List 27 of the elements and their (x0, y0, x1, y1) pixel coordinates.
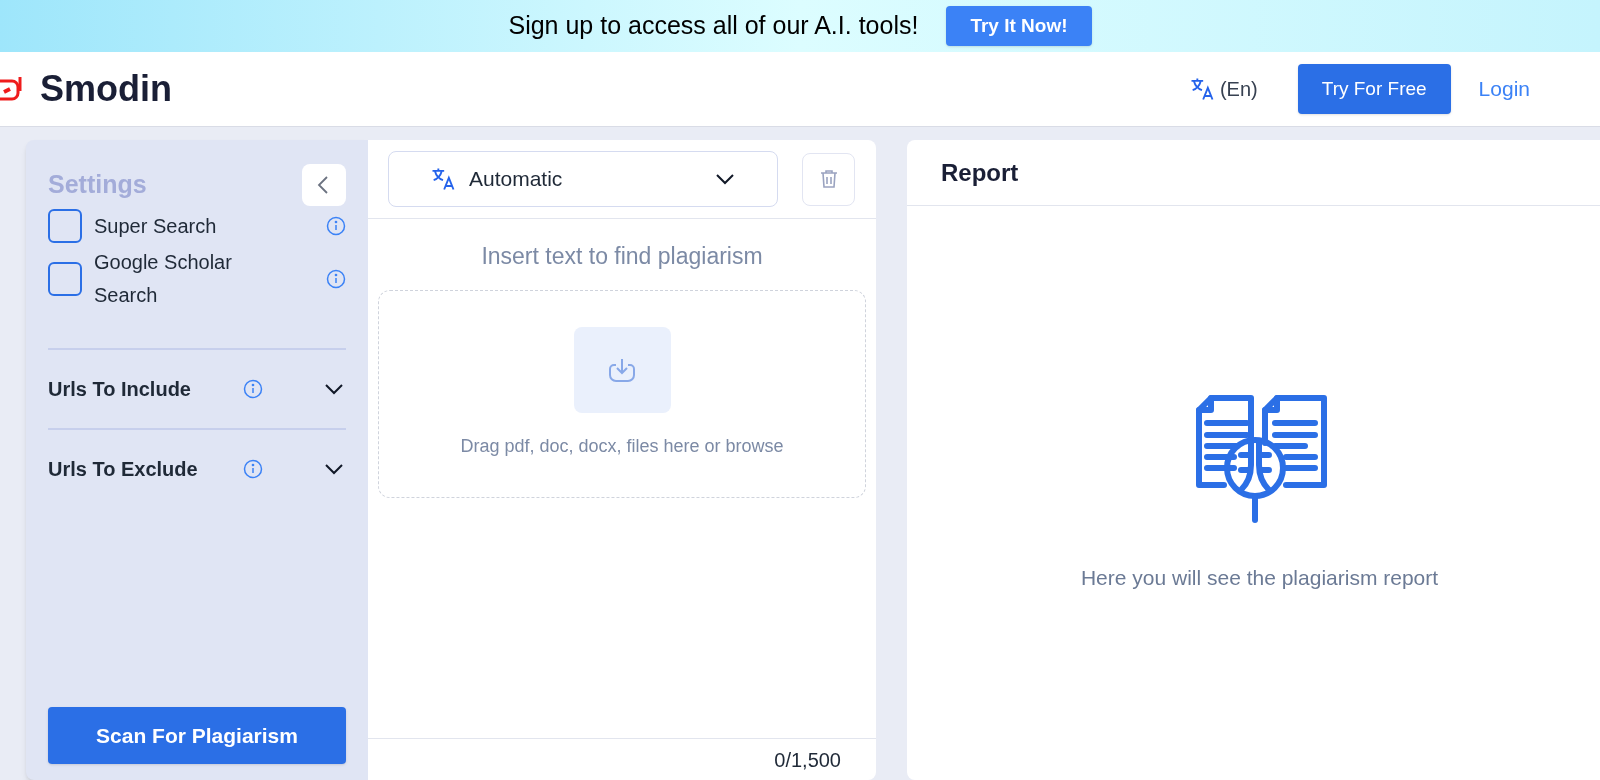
collapse-button[interactable] (302, 164, 346, 206)
login-link[interactable]: Login (1478, 73, 1530, 105)
settings-title: Settings (48, 169, 147, 201)
scan-button[interactable]: Scan For Plagiarism (48, 707, 346, 764)
language-button[interactable]: (En) (1187, 74, 1258, 104)
language-dropdown[interactable]: Automatic (388, 151, 778, 207)
checkbox[interactable] (48, 262, 82, 296)
text-prompt[interactable]: Insert text to find plagiarism (368, 239, 876, 274)
delete-button[interactable] (802, 152, 855, 206)
info-icon[interactable] (243, 379, 263, 399)
info-icon[interactable] (243, 459, 263, 479)
try-it-now-button[interactable]: Try It Now! (946, 5, 1092, 47)
empty-report-text: Here you will see the plagiarism report (1080, 565, 1439, 591)
logo-text: Smodin (40, 67, 172, 111)
checkbox[interactable] (48, 209, 82, 243)
option-label: Super Search (94, 213, 218, 239)
info-icon[interactable] (326, 269, 346, 289)
character-counter: 0/1,500 (774, 747, 841, 773)
file-dropzone[interactable]: Drag pdf, doc, docx, files here or browse (378, 289, 866, 498)
option-label: Google Scholar Search (94, 250, 233, 308)
report-title: Report (941, 157, 1019, 188)
banner-text: Sign up to access all of our A.I. tools! (508, 10, 919, 42)
dropzone-hint: Drag pdf, doc, docx, files here or browse (460, 435, 784, 458)
try-for-free-button[interactable]: Try For Free (1297, 64, 1451, 114)
section-label[interactable]: Urls To Include (48, 374, 243, 404)
info-icon[interactable] (326, 216, 346, 236)
section-label[interactable]: Urls To Exclude (48, 454, 243, 484)
